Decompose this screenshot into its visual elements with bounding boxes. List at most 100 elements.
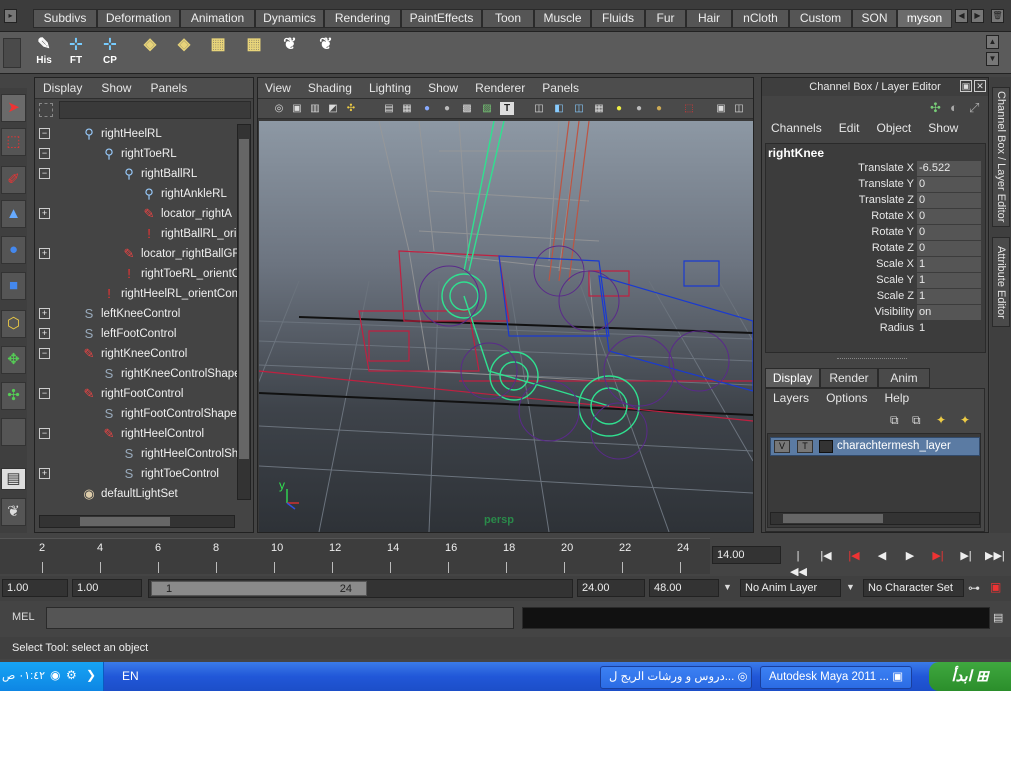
attribute-value[interactable]: 0 bbox=[917, 209, 981, 224]
go-to-start-icon[interactable]: |◀◀ bbox=[790, 548, 807, 578]
all-lights-icon[interactable]: ● bbox=[632, 102, 646, 115]
channel-attribute-row[interactable]: Translate Y0 bbox=[766, 177, 984, 193]
attribute-icon[interactable]: ◐ bbox=[950, 100, 958, 115]
playback-end-field[interactable]: 24.00 bbox=[577, 579, 645, 597]
tab-son[interactable]: SON bbox=[852, 9, 897, 28]
tab-custom[interactable]: Custom bbox=[789, 9, 852, 28]
expand-icon[interactable]: + bbox=[39, 308, 50, 319]
step-forward-icon[interactable]: ▶| bbox=[958, 548, 974, 564]
new-layer-selected-icon[interactable]: ⧉ bbox=[912, 413, 921, 428]
channel-attribute-row[interactable]: Rotate X0 bbox=[766, 209, 984, 225]
filter-icon[interactable] bbox=[39, 103, 53, 117]
close-icon[interactable]: ✕ bbox=[974, 80, 986, 92]
taskbar-item-browser[interactable]: دروس و ورشات الريج ل... ◎ bbox=[600, 666, 752, 689]
resolution-gate-icon[interactable]: ✣ bbox=[344, 102, 358, 115]
tab-muscle[interactable]: Muscle bbox=[534, 9, 591, 28]
shelf-scroll-up-icon[interactable]: ▲ bbox=[986, 35, 999, 49]
channel-attribute-row[interactable]: Rotate Y0 bbox=[766, 225, 984, 241]
grid-icon[interactable]: ▤ bbox=[382, 102, 396, 115]
animation-end-field[interactable]: 48.00 bbox=[649, 579, 719, 597]
tab-toon[interactable]: Toon bbox=[482, 9, 534, 28]
shelf-button-grid-2[interactable]: ▦ bbox=[240, 35, 268, 67]
wireframe-icon[interactable]: ● bbox=[420, 102, 434, 115]
anim-layer-dropdown[interactable]: No Anim Layer bbox=[740, 579, 841, 597]
outliner-row[interactable]: ! rightToeRL_orientC bbox=[35, 264, 240, 284]
animation-start-field[interactable]: 1.00 bbox=[2, 579, 68, 597]
flat-light-icon[interactable]: ● bbox=[652, 102, 666, 115]
layer-menu-layers[interactable]: Layers bbox=[766, 388, 816, 408]
trash-icon[interactable]: 🗑 bbox=[991, 9, 1004, 23]
camera-attributes-icon[interactable]: ▣ bbox=[290, 102, 304, 115]
step-back-icon[interactable]: |◀ bbox=[818, 548, 834, 564]
xray-joints-icon[interactable]: ◧ bbox=[552, 102, 566, 115]
image-plane-icon[interactable]: ◩ bbox=[326, 102, 340, 115]
time-slider[interactable]: 2 4 6 8 10 12 14 16 18 20 22 24 bbox=[0, 538, 710, 574]
outliner-row[interactable]: ! rightHeelRL_orientCon bbox=[35, 284, 238, 304]
channel-menu-channels[interactable]: Channels bbox=[764, 118, 829, 138]
channel-attribute-row[interactable]: Translate X -6.522 bbox=[766, 161, 984, 177]
tab-ncloth[interactable]: nCloth bbox=[732, 9, 789, 28]
lasso-tool-icon[interactable]: ⬚ bbox=[1, 128, 26, 156]
attribute-value[interactable]: 1 bbox=[917, 321, 981, 336]
tab-scroll-right-icon[interactable]: ▶ bbox=[971, 9, 984, 23]
tab-fluids[interactable]: Fluids bbox=[591, 9, 645, 28]
go-to-end-icon[interactable]: ▶▶| bbox=[985, 548, 1005, 564]
outliner-row[interactable]: ! rightBallRL_ori bbox=[35, 224, 236, 244]
scale-tool-icon[interactable]: ■ bbox=[1, 272, 26, 300]
layer-menu-options[interactable]: Options bbox=[819, 388, 874, 408]
channel-menu-edit[interactable]: Edit bbox=[832, 118, 867, 138]
scroll-thumb[interactable] bbox=[783, 514, 883, 523]
tab-painteffects[interactable]: PaintEffects bbox=[401, 9, 482, 28]
viewport-menu-panels[interactable]: Panels bbox=[535, 78, 586, 95]
layout-icon[interactable]: ▤ bbox=[1, 468, 26, 490]
tab-deformation[interactable]: Deformation bbox=[97, 9, 180, 28]
channel-menu-show[interactable]: Show bbox=[921, 118, 965, 138]
current-frame-field[interactable]: 14.00 bbox=[712, 546, 781, 564]
shelf-button-wing-1[interactable]: ❦ bbox=[276, 35, 304, 67]
layer-visibility-toggle[interactable]: V bbox=[774, 440, 790, 453]
camera-icon[interactable]: ◎ bbox=[272, 102, 286, 115]
side-tab-channel-box[interactable]: Channel Box / Layer Editor bbox=[992, 87, 1010, 227]
outliner-row[interactable]: − ⚲ rightBallRL bbox=[35, 164, 235, 184]
command-input[interactable] bbox=[46, 607, 514, 629]
film-gate-icon[interactable]: ▦ bbox=[400, 102, 414, 115]
move-tool-icon[interactable]: ▲ bbox=[1, 200, 26, 228]
outliner-row[interactable]: − ✎ rightFootControl bbox=[35, 384, 235, 404]
start-button[interactable]: ابدأ ⊞ bbox=[929, 662, 1011, 691]
soft-mod-tool-icon[interactable]: ✥ bbox=[1, 346, 26, 374]
character-set-dropdown[interactable]: No Character Set bbox=[863, 579, 964, 597]
layer-star-icon[interactable]: ✦ bbox=[936, 413, 946, 427]
outliner-menu-panels[interactable]: Panels bbox=[143, 78, 196, 95]
volume-icon[interactable]: ⚙ bbox=[66, 668, 77, 682]
layer-horizontal-scrollbar[interactable] bbox=[770, 512, 980, 525]
outliner-row[interactable]: + SleftFootControl bbox=[35, 324, 235, 344]
channel-box-icon[interactable]: ✣ bbox=[930, 100, 941, 116]
tab-fur[interactable]: Fur bbox=[645, 9, 686, 28]
tab-myson[interactable]: myson bbox=[897, 9, 952, 28]
attribute-value[interactable]: -6.522 bbox=[917, 161, 981, 176]
two-view-icon[interactable]: ◫ bbox=[732, 102, 746, 115]
tab-dynamics[interactable]: Dynamics bbox=[255, 9, 324, 28]
channel-attribute-row[interactable]: Scale Z1 bbox=[766, 289, 984, 305]
command-language-label[interactable]: MEL bbox=[12, 611, 35, 623]
scroll-thumb[interactable] bbox=[239, 139, 249, 459]
outliner-row[interactable]: + ✎ locator_rightA bbox=[35, 204, 235, 224]
layer-tab-display[interactable]: Display bbox=[765, 368, 820, 388]
expand-icon[interactable]: + bbox=[39, 328, 50, 339]
quick-layout-icon[interactable]: ❦ bbox=[1, 498, 26, 526]
tab-scroll-left-icon[interactable]: ◀ bbox=[955, 9, 968, 23]
layer-row[interactable]: V T charachtermesh_layer bbox=[770, 437, 980, 456]
viewport-scene[interactable]: y persp bbox=[259, 121, 753, 532]
script-editor-icon[interactable]: ▤ bbox=[993, 611, 1003, 624]
layer-tab-render[interactable]: Render bbox=[820, 368, 878, 388]
channel-attribute-row[interactable]: Scale Y1 bbox=[766, 273, 984, 289]
layer-menu-help[interactable]: Help bbox=[878, 388, 917, 408]
outliner-horizontal-scrollbar[interactable] bbox=[39, 515, 235, 528]
shelf-button-plane-1[interactable]: ◈ bbox=[136, 35, 164, 67]
float-icon[interactable]: ▣ bbox=[960, 80, 972, 92]
select-camera-icon[interactable]: ⬚ bbox=[682, 102, 696, 115]
outliner-menu-show[interactable]: Show bbox=[93, 78, 139, 95]
channel-attribute-row[interactable]: Rotate Z0 bbox=[766, 241, 984, 257]
outliner-row[interactable]: − ⚲ rightHeelRL bbox=[35, 124, 235, 144]
viewport-panel[interactable]: View Shading Lighting Show Renderer Pane… bbox=[257, 77, 754, 533]
